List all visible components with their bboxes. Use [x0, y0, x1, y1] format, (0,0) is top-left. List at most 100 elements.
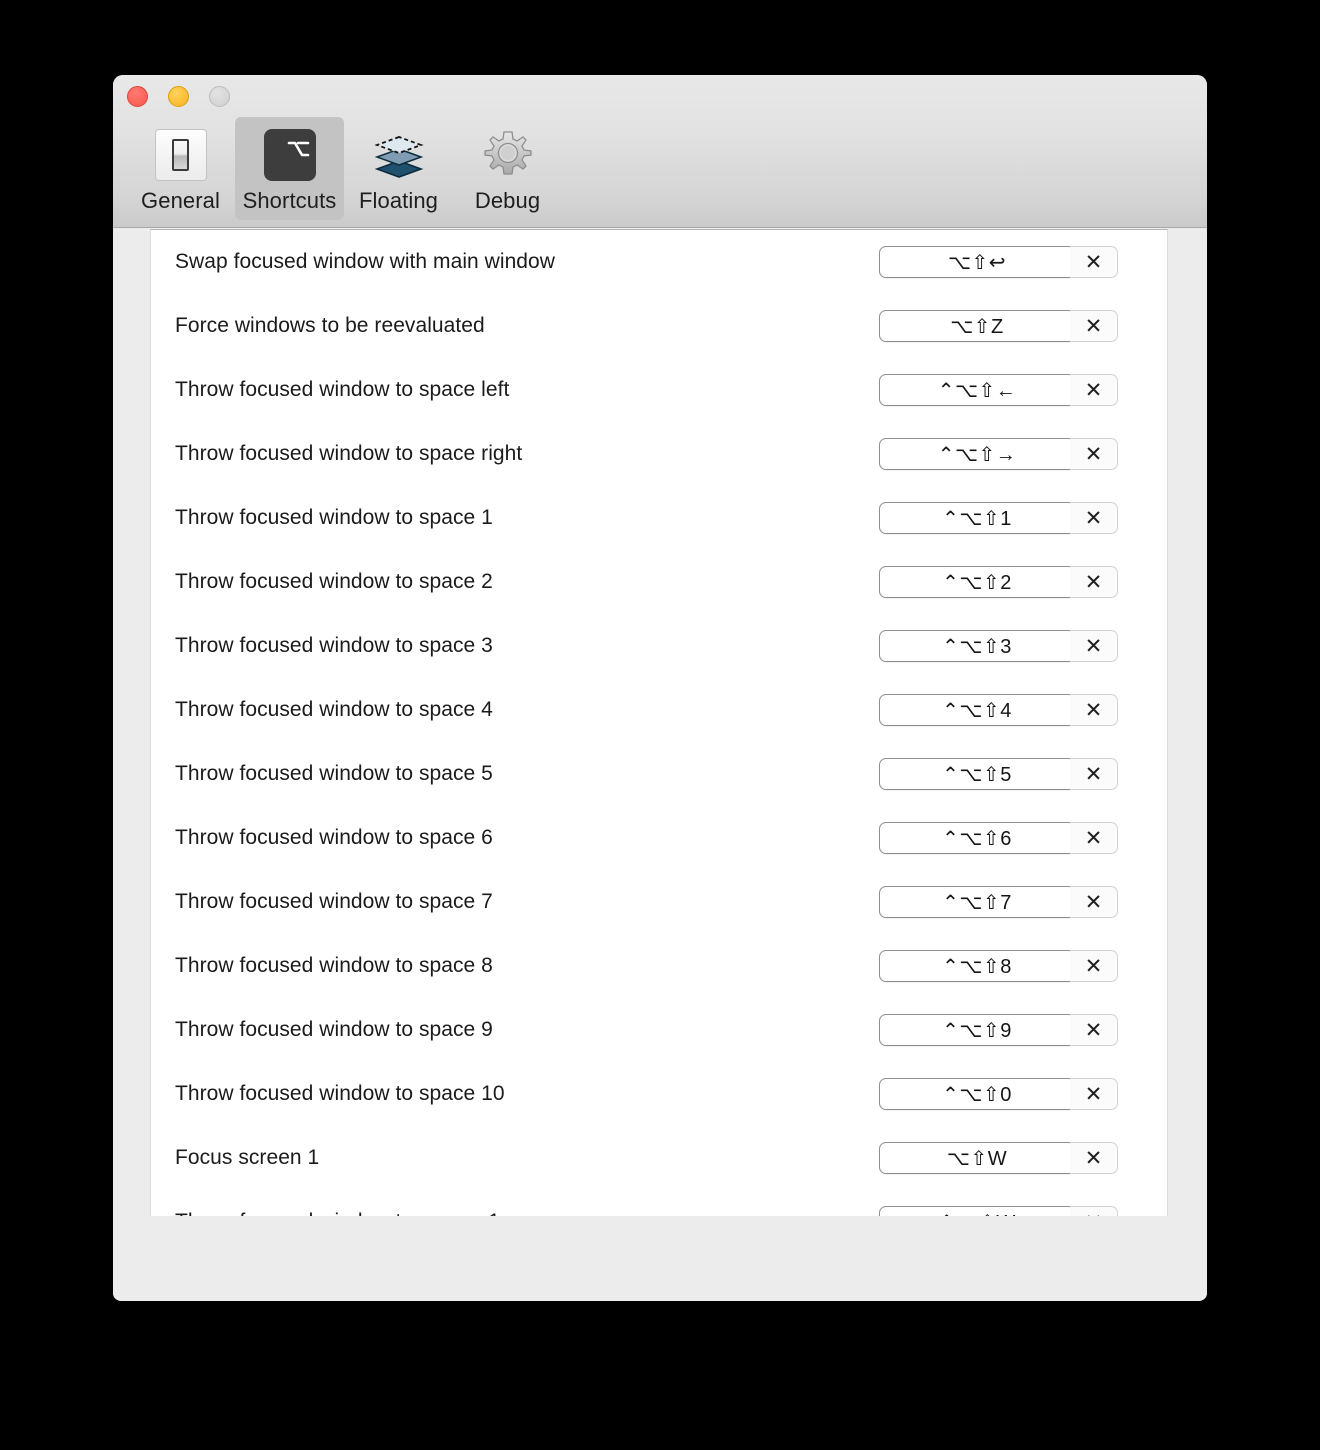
clear-shortcut-button[interactable]: ✕ — [1070, 374, 1118, 406]
zoom-button[interactable] — [209, 86, 230, 107]
shortcut-label: Throw focused window to space left — [175, 378, 510, 401]
shortcut-key-field[interactable]: ⌃⌥⇧2 — [879, 566, 1075, 598]
gear-icon — [479, 126, 537, 184]
shortcut-recorder: ⌃⌥⇧0 ✕ — [879, 1078, 1118, 1110]
shortcut-label: Throw focused window to space 2 — [175, 570, 493, 593]
shortcut-key-field[interactable]: ⌃⌥⇧→ — [879, 438, 1075, 470]
shortcut-recorder: ⌥⇧↩ ✕ — [879, 246, 1118, 278]
tab-shortcuts[interactable]: Shortcuts — [235, 117, 344, 220]
shortcut-label: Throw focused window to screen 1 — [175, 1210, 500, 1216]
shortcuts-list[interactable]: Swap focused window with main window ⌥⇧↩ ✕… — [150, 229, 1168, 1216]
window-toolbar: General Shortcuts Floating Debug — [113, 75, 1207, 228]
tab-debug[interactable]: Debug — [453, 117, 562, 220]
clear-shortcut-button[interactable]: ✕ — [1070, 1078, 1118, 1110]
shortcut-key-field[interactable]: ⌃⌥⇧3 — [879, 630, 1075, 662]
clear-shortcut-button[interactable]: ✕ — [1070, 630, 1118, 662]
shortcut-recorder: ⌃⌥⇧→ ✕ — [879, 438, 1118, 470]
shortcut-row: Throw focused window to space 4 ⌃⌥⇧4 ✕ — [151, 678, 1167, 742]
close-button[interactable] — [127, 86, 148, 107]
shortcut-row: Throw focused window to space 3 ⌃⌥⇧3 ✕ — [151, 614, 1167, 678]
clear-shortcut-button[interactable]: ✕ — [1070, 566, 1118, 598]
shortcut-key-field[interactable]: ⌃⌥⇧9 — [879, 1014, 1075, 1046]
shortcut-row: Throw focused window to space 1 ⌃⌥⇧1 ✕ — [151, 486, 1167, 550]
shortcut-row: Force windows to be reevaluated ⌥⇧Z ✕ — [151, 294, 1167, 358]
shortcut-key-field[interactable]: ⌃⌥⇧7 — [879, 886, 1075, 918]
shortcut-key-field[interactable]: ⌃⌥⇧1 — [879, 502, 1075, 534]
preferences-window: General Shortcuts Floating Debug Swap fo… — [113, 75, 1207, 1301]
shortcut-row: Throw focused window to space 7 ⌃⌥⇧7 ✕ — [151, 870, 1167, 934]
shortcut-label: Throw focused window to space 8 — [175, 954, 493, 977]
shortcut-row: Throw focused window to space 8 ⌃⌥⇧8 ✕ — [151, 934, 1167, 998]
shortcut-recorder: ⌃⌥⇧6 ✕ — [879, 822, 1118, 854]
window-content: Swap focused window with main window ⌥⇧↩ ✕… — [113, 228, 1207, 1300]
tab-general-label: General — [141, 188, 220, 213]
shortcut-row: Throw focused window to space right ⌃⌥⇧→ ✕ — [151, 422, 1167, 486]
shortcut-recorder: ⌃⌥⇧W✕ — [879, 1206, 1118, 1216]
shortcut-row: Throw focused window to space 6 ⌃⌥⇧6 ✕ — [151, 806, 1167, 870]
shortcut-recorder: ⌃⌥⇧7 ✕ — [879, 886, 1118, 918]
clear-shortcut-button[interactable]: ✕ — [1070, 822, 1118, 854]
shortcut-recorder: ⌃⌥⇧4 ✕ — [879, 694, 1118, 726]
shortcut-recorder: ⌃⌥⇧← ✕ — [879, 374, 1118, 406]
shortcut-row: Throw focused window to space 10 ⌃⌥⇧0 ✕ — [151, 1062, 1167, 1126]
shortcut-row: Throw focused window to space 9 ⌃⌥⇧9 ✕ — [151, 998, 1167, 1062]
shortcut-recorder: ⌥⇧W ✕ — [879, 1142, 1118, 1174]
shortcut-label: Throw focused window to space 3 — [175, 634, 493, 657]
layers-icon — [370, 126, 428, 184]
clear-shortcut-button[interactable]: ✕ — [1070, 246, 1118, 278]
shortcut-key-field[interactable]: ⌃⌥⇧6 — [879, 822, 1075, 854]
clear-shortcut-button[interactable]: ✕ — [1070, 438, 1118, 470]
shortcut-row: Swap focused window with main window ⌥⇧↩ ✕ — [151, 230, 1167, 294]
clear-shortcut-button[interactable]: ✕ — [1070, 1142, 1118, 1174]
clear-shortcut-button[interactable]: ✕ — [1070, 886, 1118, 918]
shortcut-label: Throw focused window to space 7 — [175, 890, 493, 913]
clear-shortcut-button[interactable]: ✕ — [1070, 310, 1118, 342]
shortcut-recorder: ⌃⌥⇧9 ✕ — [879, 1014, 1118, 1046]
shortcut-key-field[interactable]: ⌃⌥⇧5 — [879, 758, 1075, 790]
clear-shortcut-button[interactable]: ✕ — [1070, 1014, 1118, 1046]
shortcut-row: Throw focused window to screen 1 ⌃⌥⇧W✕ — [151, 1190, 1167, 1216]
toolbar-tabs: General Shortcuts Floating Debug — [126, 117, 562, 220]
tab-debug-label: Debug — [474, 188, 541, 213]
shortcut-label: Throw focused window to space 9 — [175, 1018, 493, 1041]
clear-shortcut-button[interactable]: ✕ — [1070, 950, 1118, 982]
shortcut-label: Throw focused window to space 10 — [175, 1082, 505, 1105]
shortcut-label: Throw focused window to space 1 — [175, 506, 493, 529]
tab-general[interactable]: General — [126, 117, 235, 220]
shortcut-row: Throw focused window to space 2 ⌃⌥⇧2 ✕ — [151, 550, 1167, 614]
shortcut-label: Throw focused window to space 4 — [175, 698, 493, 721]
shortcut-key-field[interactable]: ⌥⇧Z — [879, 310, 1075, 342]
shortcut-label: Swap focused window with main window — [175, 250, 555, 273]
shortcut-row: Focus screen 1 ⌥⇧W ✕ — [151, 1126, 1167, 1190]
minimize-button[interactable] — [168, 86, 189, 107]
shortcut-label: Force windows to be reevaluated — [175, 314, 485, 337]
shortcut-label: Throw focused window to space 5 — [175, 762, 493, 785]
shortcut-row: Throw focused window to space left ⌃⌥⇧← ✕ — [151, 358, 1167, 422]
shortcut-label: Focus screen 1 — [175, 1146, 320, 1169]
key-icon — [261, 126, 319, 184]
shortcut-key-field[interactable]: ⌥⇧↩ — [879, 246, 1075, 278]
clear-shortcut-button[interactable]: ✕ — [1070, 502, 1118, 534]
clear-shortcut-button[interactable]: ✕ — [1070, 694, 1118, 726]
shortcut-key-field[interactable]: ⌃⌥⇧4 — [879, 694, 1075, 726]
shortcut-row: Throw focused window to space 5 ⌃⌥⇧5 ✕ — [151, 742, 1167, 806]
shortcut-recorder: ⌃⌥⇧3 ✕ — [879, 630, 1118, 662]
shortcut-recorder: ⌃⌥⇧2 ✕ — [879, 566, 1118, 598]
shortcut-key-field[interactable]: ⌃⌥⇧8 — [879, 950, 1075, 982]
shortcut-recorder: ⌃⌥⇧8 ✕ — [879, 950, 1118, 982]
shortcut-recorder: ⌥⇧Z ✕ — [879, 310, 1118, 342]
shortcut-label: Throw focused window to space right — [175, 442, 523, 465]
traffic-lights — [127, 86, 230, 107]
screen: General Shortcuts Floating Debug Swap fo… — [0, 0, 1320, 1450]
tab-floating-label: Floating — [358, 188, 439, 213]
shortcut-recorder: ⌃⌥⇧5 ✕ — [879, 758, 1118, 790]
tab-shortcuts-label: Shortcuts — [242, 188, 337, 213]
shortcut-key-field[interactable]: ⌃⌥⇧← — [879, 374, 1075, 406]
shortcut-key-field[interactable]: ⌥⇧W — [879, 1142, 1075, 1174]
shortcut-key-field[interactable]: ⌃⌥⇧W — [879, 1206, 1075, 1216]
shortcut-recorder: ⌃⌥⇧1 ✕ — [879, 502, 1118, 534]
clear-shortcut-button[interactable]: ✕ — [1070, 1206, 1118, 1216]
tab-floating[interactable]: Floating — [344, 117, 453, 220]
clear-shortcut-button[interactable]: ✕ — [1070, 758, 1118, 790]
shortcut-key-field[interactable]: ⌃⌥⇧0 — [879, 1078, 1075, 1110]
